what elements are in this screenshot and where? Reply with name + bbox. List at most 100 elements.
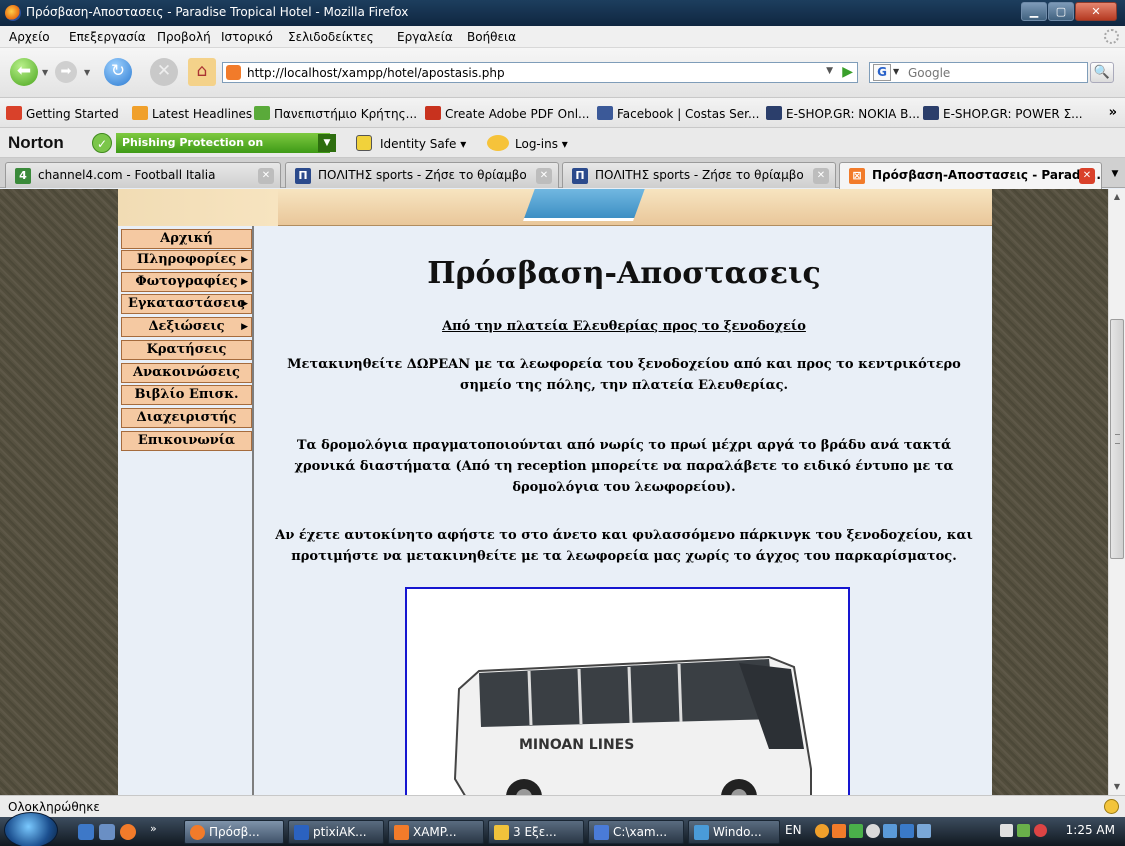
go-arrow-icon[interactable]: ▶	[842, 64, 853, 80]
phishing-dropdown-icon[interactable]: ▼	[318, 134, 336, 152]
phishing-protection-status[interactable]: Phishing Protection on	[116, 133, 330, 153]
forward-history-dropdown-icon[interactable]: ▼	[84, 68, 90, 77]
firefox-quicklaunch-icon[interactable]	[120, 824, 136, 840]
tab-list-dropdown-icon[interactable]: ▼	[1105, 162, 1125, 188]
tray-xampp-icon[interactable]	[832, 824, 846, 838]
search-icon[interactable]: 🔍	[1090, 62, 1114, 83]
minimize-button[interactable]: ▁	[1021, 2, 1047, 21]
engine-dropdown-icon[interactable]: ▼	[893, 67, 899, 76]
eshop-icon	[766, 106, 782, 120]
menu-receptions[interactable]: Δεξιώσεις ▶	[121, 317, 252, 337]
menu-bookmarks[interactable]: Σελιδοδείκτες	[288, 30, 374, 44]
tray-messenger-icon[interactable]	[849, 824, 863, 838]
bus-livery-text: MINOAN LINES	[519, 737, 634, 753]
tray-device-icon[interactable]	[917, 824, 931, 838]
identity-safe-button[interactable]: Identity Safe ▾	[356, 135, 466, 151]
forward-button[interactable]: ➡	[55, 61, 77, 83]
menu-info[interactable]: Πληροφορίες ▶	[121, 250, 252, 270]
menu-label: Φωτογραφίες	[135, 274, 238, 289]
reload-button[interactable]: ↻	[104, 58, 132, 86]
close-button[interactable]: ✕	[1075, 2, 1117, 21]
rss-icon	[132, 106, 148, 120]
menu-bookings[interactable]: Κρατήσεις	[121, 340, 252, 360]
menu-guestbook[interactable]: Βιβλίο Επισκ.	[121, 385, 252, 405]
taskbar-label: 3 Εξε...	[513, 825, 557, 839]
menu-photos[interactable]: Φωτογραφίες ▶	[121, 272, 252, 292]
back-history-dropdown-icon[interactable]: ▼	[42, 68, 48, 77]
maximize-button[interactable]: ▢	[1048, 2, 1074, 21]
menu-edit[interactable]: Επεξεργασία	[69, 30, 146, 44]
close-tab-icon[interactable]: ✕	[258, 168, 274, 184]
hotel-banner	[118, 189, 992, 226]
quicklaunch-more-icon[interactable]: »	[150, 822, 157, 835]
checkmark-icon: ✓	[92, 133, 112, 153]
url-input[interactable]	[247, 64, 807, 81]
bookmark-university[interactable]: Πανεπιστήμιο Κρήτης...	[254, 106, 417, 121]
tab-prosvasi[interactable]: ⊠ Πρόσβαση-Αποστασεις - Paradis... ✕	[839, 162, 1102, 189]
menu-contact[interactable]: Επικοινωνία	[121, 431, 252, 451]
battery-icon[interactable]	[1000, 824, 1013, 837]
tab-politis-2[interactable]: Π ΠΟΛΙΤΗΣ sports - Ζήσε το θρίαμβο ✕	[562, 162, 836, 188]
show-desktop-icon[interactable]	[78, 824, 94, 840]
stop-button[interactable]: ✕	[150, 58, 178, 86]
identity-safe-label: Identity Safe ▾	[380, 137, 467, 151]
more-bookmarks-chevron-icon[interactable]: »	[1109, 105, 1117, 120]
tray-app-icon[interactable]	[815, 824, 829, 838]
status-bar: Ολοκληρώθηκε	[0, 795, 1125, 817]
scroll-down-icon[interactable]: ▼	[1109, 779, 1125, 795]
menu-label: Πληροφορίες	[136, 252, 237, 267]
search-input[interactable]	[908, 65, 1078, 81]
close-tab-icon[interactable]: ✕	[536, 168, 552, 184]
language-indicator[interactable]: EN	[785, 823, 802, 837]
home-button[interactable]: ⌂	[188, 58, 216, 86]
url-dropdown-icon[interactable]: ▼	[826, 66, 833, 76]
logins-button[interactable]: Log-ins ▾	[487, 135, 568, 151]
menu-view[interactable]: Προβολή	[157, 30, 211, 44]
google-engine-icon[interactable]: G	[873, 64, 891, 81]
menu-facilities[interactable]: Εγκαταστάσεις ▶	[121, 294, 252, 314]
scroll-up-icon[interactable]: ▲	[1109, 189, 1125, 205]
switch-windows-icon[interactable]	[99, 824, 115, 840]
network-icon[interactable]	[1017, 824, 1030, 837]
tray-display-icon[interactable]	[883, 824, 897, 838]
norton-status-icon[interactable]	[1104, 799, 1119, 814]
tab-channel4[interactable]: 4 channel4.com - Football Italia ✕	[5, 162, 281, 188]
close-tab-icon[interactable]: ✕	[1079, 168, 1095, 184]
taskbar-label: C:\xam...	[613, 825, 668, 839]
submenu-arrow-icon: ▶	[241, 299, 248, 309]
menu-admin[interactable]: Διαχειριστής	[121, 408, 252, 428]
back-button[interactable]: ⬅	[10, 58, 38, 86]
volume-icon[interactable]	[1034, 824, 1047, 837]
menu-help[interactable]: Βοήθεια	[467, 30, 516, 44]
logins-icon	[487, 135, 509, 151]
menu-home[interactable]: Αρχική	[121, 229, 252, 249]
bookmark-getting-started[interactable]: Getting Started	[6, 106, 119, 121]
bookmark-adobe-pdf[interactable]: Create Adobe PDF Onl...	[425, 106, 589, 121]
taskbar-button-firefox[interactable]: Πρόσβ...	[184, 820, 284, 844]
channel4-icon: 4	[15, 168, 31, 184]
close-tab-icon[interactable]: ✕	[813, 168, 829, 184]
taskbar-button-windows[interactable]: Windo...	[688, 820, 780, 844]
tray-monitor-icon[interactable]	[900, 824, 914, 838]
menu-bar: Αρχείο Επεξεργασία Προβολή Ιστορικό Σελι…	[0, 26, 1125, 48]
taskbar-button-word[interactable]: ptixiAK...	[288, 820, 384, 844]
bookmark-eshop-power[interactable]: E-SHOP.GR: POWER Σ...	[923, 106, 1083, 121]
tray-network-icon[interactable]	[866, 824, 880, 838]
start-button[interactable]	[4, 812, 58, 846]
taskbar-button-explorer-group[interactable]: 3 Εξε...	[488, 820, 584, 844]
bookmark-latest-headlines[interactable]: Latest Headlines	[132, 106, 252, 121]
menu-tools[interactable]: Εργαλεία	[397, 30, 453, 44]
tab-politis-1[interactable]: Π ΠΟΛΙΤΗΣ sports - Ζήσε το θρίαμβο ✕	[285, 162, 559, 188]
menu-history[interactable]: Ιστορικό	[221, 30, 273, 44]
scrollbar-thumb[interactable]	[1110, 319, 1124, 559]
menu-label: Επικοινωνία	[137, 433, 236, 448]
menu-announcements[interactable]: Ανακοινώσεις	[121, 363, 252, 383]
bookmark-facebook[interactable]: Facebook | Costas Ser...	[597, 106, 759, 121]
menu-file[interactable]: Αρχείο	[9, 30, 50, 44]
vertical-scrollbar[interactable]: ▲ ▼	[1108, 189, 1125, 795]
taskbar-button-xampp[interactable]: XAMP...	[388, 820, 484, 844]
bookmark-eshop-nokia[interactable]: E-SHOP.GR: NOKIA B...	[766, 106, 920, 121]
taskbar-button-xampp-folder[interactable]: C:\xam...	[588, 820, 684, 844]
clock[interactable]: 1:25 AM	[1066, 823, 1115, 837]
tab-label: ΠΟΛΙΤΗΣ sports - Ζήσε το θρίαμβο	[595, 168, 804, 182]
